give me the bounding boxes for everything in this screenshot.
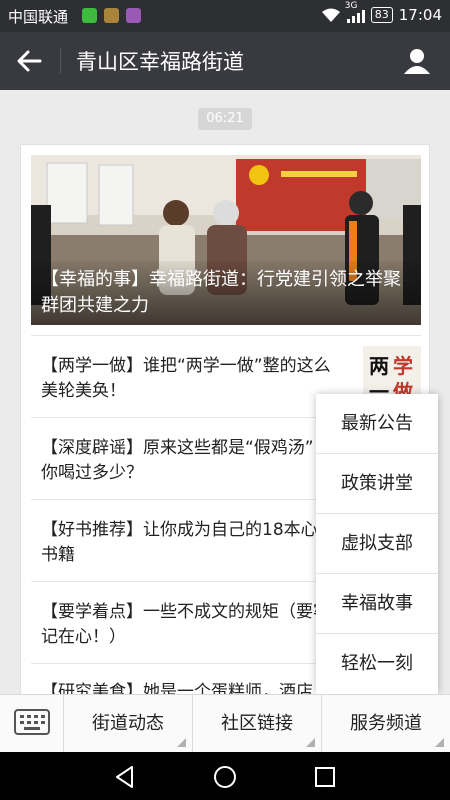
list-item-title: 【深度辟谣】原来这些都是“假鸡汤”，你喝过多少？ [41, 438, 331, 483]
thumb-char: 两 [369, 354, 389, 378]
message-timestamp: 06:21 [198, 108, 252, 130]
wechat-notification-icon [82, 8, 97, 23]
signal-icon: 3G [345, 1, 365, 23]
app-notification-icon [104, 8, 119, 23]
menu-community-links[interactable]: 社区链接 [193, 695, 322, 753]
nav-home-icon[interactable] [212, 764, 238, 790]
hero-article[interactable]: 【幸福的事】幸福路街道：行党建引领之举聚群团共建之力 [31, 155, 421, 325]
submenu-indicator-icon [306, 738, 315, 747]
nav-back-icon[interactable] [112, 764, 138, 790]
gallery-notification-icon [126, 8, 141, 23]
menu-label: 街道动态 [92, 713, 164, 734]
keyboard-toggle[interactable] [0, 695, 64, 753]
menu-street-news[interactable]: 街道动态 [64, 695, 193, 753]
nav-recents-icon[interactable] [312, 764, 338, 790]
back-arrow-icon[interactable] [14, 46, 44, 76]
carrier-name: 中国联通 [8, 8, 69, 26]
list-item-title: 【两学一做】谁把“两学一做”整的这么美轮美奂！ [41, 356, 331, 401]
submenu-item-happy-stories[interactable]: 幸福故事 [316, 574, 438, 634]
keyboard-icon [14, 709, 50, 735]
menu-label: 服务频道 [350, 713, 422, 734]
submenu-popup: 最新公告 政策讲堂 虚拟支部 幸福故事 轻松一刻 [316, 394, 438, 694]
title-divider [60, 48, 61, 74]
list-item-title: 【好书推荐】让你成为自己的18本心理书籍 [41, 520, 335, 565]
title-bar: 青山区幸福路街道 [0, 32, 450, 90]
menu-service-channel[interactable]: 服务频道 [322, 695, 450, 753]
status-bar: 中国联通 3G 83 17:04 [0, 0, 450, 32]
submenu-item-relax-moment[interactable]: 轻松一刻 [316, 634, 438, 694]
network-type: 3G [344, 1, 358, 11]
hero-title: 【幸福的事】幸福路街道：行党建引领之举聚群团共建之力 [31, 261, 421, 325]
submenu-indicator-icon [435, 738, 444, 747]
list-item-title: 【要学着点】一些不成文的规矩（要牢记在心！） [41, 602, 330, 647]
submenu-item-virtual-branch[interactable]: 虚拟支部 [316, 514, 438, 574]
submenu-indicator-icon [177, 738, 186, 747]
submenu-item-latest-notice[interactable]: 最新公告 [316, 394, 438, 454]
system-nav-bar [0, 752, 450, 800]
thumb-char: 学 [393, 354, 413, 378]
menu-label: 社区链接 [221, 713, 293, 734]
page-title: 青山区幸福路街道 [76, 50, 244, 74]
bottom-menu-bar: 街道动态 社区链接 服务频道 [0, 694, 450, 753]
battery-indicator: 83 [370, 7, 393, 23]
wifi-icon [321, 8, 340, 22]
profile-icon[interactable] [402, 46, 432, 76]
clock: 17:04 [398, 6, 442, 24]
submenu-item-policy-lecture[interactable]: 政策讲堂 [316, 454, 438, 514]
